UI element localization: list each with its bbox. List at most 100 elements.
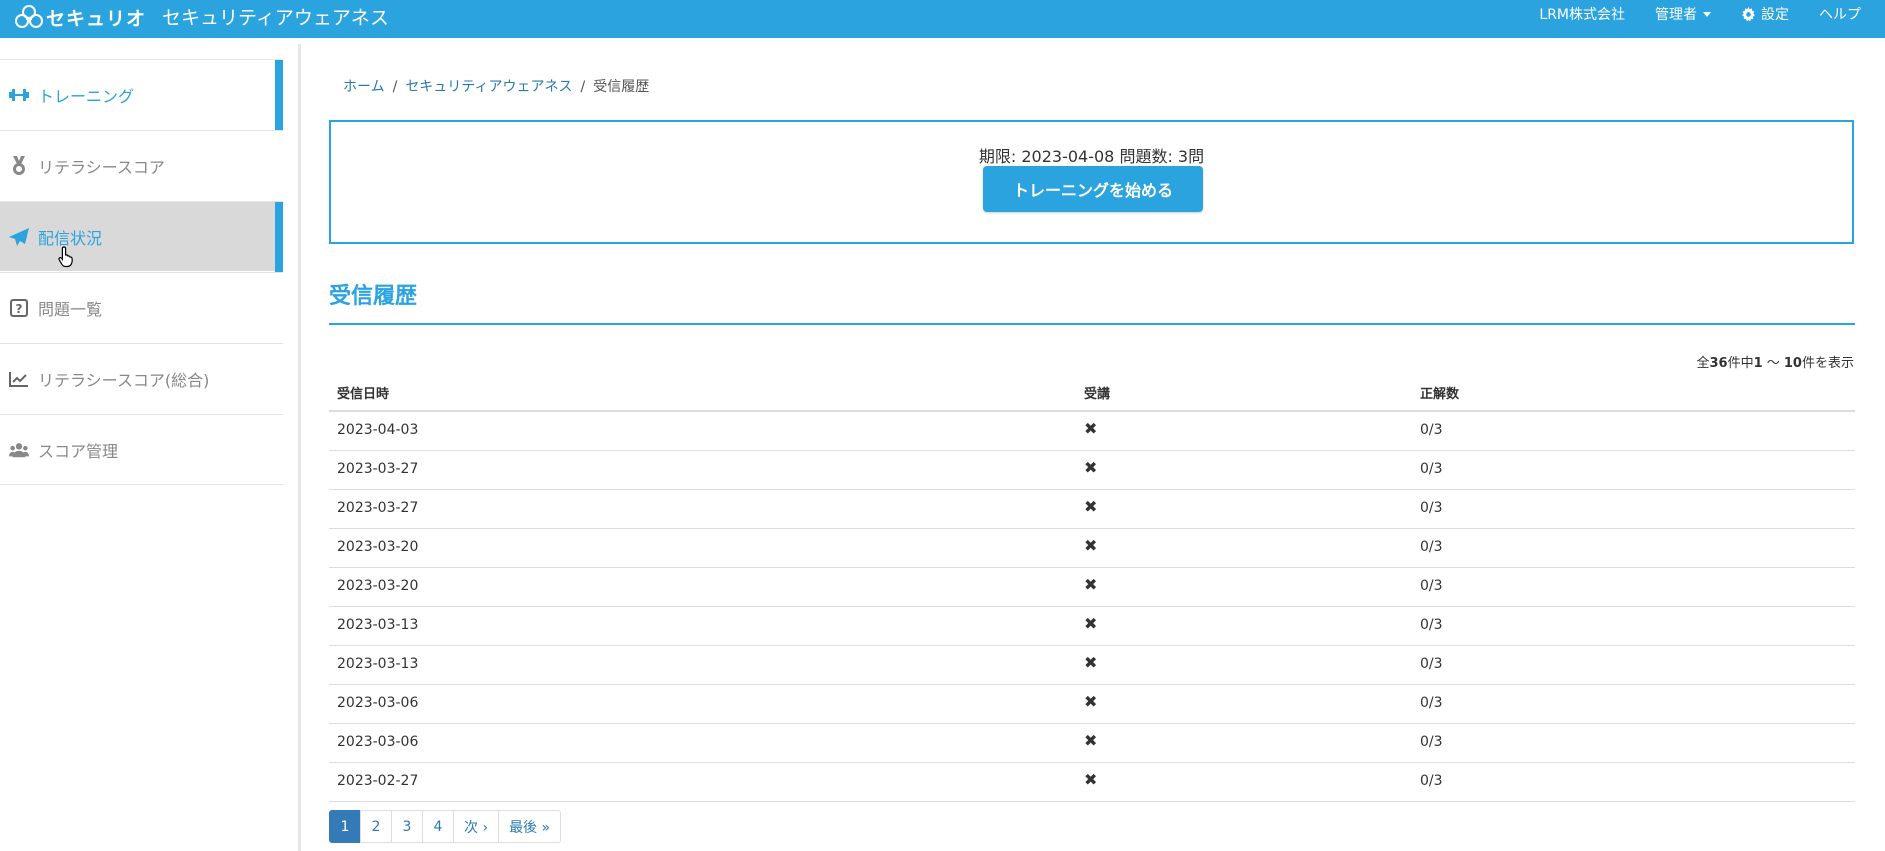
sidebar-item-question-list[interactable]: ? 問題一覧	[0, 272, 283, 342]
settings-label: 設定	[1761, 7, 1789, 23]
sidebar-item-label: 問題一覧	[38, 299, 103, 319]
help-link[interactable]: ヘルプ	[1819, 4, 1861, 24]
next-page-button[interactable]: 次 ›	[453, 810, 500, 843]
admin-label: 管理者	[1655, 7, 1697, 23]
correct-count: 0/3	[1420, 656, 1443, 672]
count-from: 1	[1753, 356, 1763, 371]
breadcrumb-section-link[interactable]: セキュリティアウェアネス	[405, 79, 572, 95]
pagination: 1 2 3 4 次 › 最後 »	[329, 810, 562, 843]
table-row: 2023-03-06 ✖ 0/3	[329, 685, 1855, 724]
correct-count: 0/3	[1420, 461, 1443, 477]
not-attended-icon: ✖	[1084, 770, 1098, 789]
line-chart-icon	[9, 369, 29, 389]
breadcrumb: ホーム / セキュリティアウェアネス / 受信履歴	[343, 76, 649, 96]
page-4-button[interactable]: 4	[422, 810, 454, 843]
last-page-button[interactable]: 最後 »	[498, 810, 562, 843]
count-mid: 件中	[1727, 356, 1754, 371]
correct-count: 0/3	[1420, 578, 1443, 594]
received-date: 2023-03-13	[337, 617, 419, 633]
admin-dropdown[interactable]: 管理者	[1655, 4, 1711, 24]
received-date: 2023-03-13	[337, 656, 419, 672]
correct-count: 0/3	[1420, 734, 1443, 750]
caret-down-icon	[1703, 11, 1711, 17]
app-title: セキュリティアウェアネス	[162, 7, 389, 29]
not-attended-icon: ✖	[1084, 419, 1098, 438]
sidebar-item-literacy-score[interactable]: リテラシースコア	[0, 130, 283, 200]
correct-count: 0/3	[1420, 695, 1443, 711]
breadcrumb-current: 受信履歴	[593, 79, 650, 95]
sidebar-item-label: トレーニング	[38, 86, 135, 106]
page-2-button[interactable]: 2	[360, 810, 392, 843]
start-training-button[interactable]: トレーニングを始める	[983, 166, 1203, 212]
not-attended-icon: ✖	[1084, 614, 1098, 633]
settings-link[interactable]: 設定	[1741, 4, 1789, 24]
company-label: LRM株式会社	[1539, 7, 1625, 23]
count-tilde: 〜	[1762, 356, 1784, 371]
not-attended-icon: ✖	[1084, 692, 1098, 711]
received-date: 2023-03-06	[337, 695, 419, 711]
gear-icon	[1742, 6, 1755, 21]
table-row: 2023-03-13 ✖ 0/3	[329, 646, 1855, 685]
not-attended-icon: ✖	[1084, 536, 1098, 555]
sidebar: トレーニング リテラシースコア 配信状況 ? 問題一覧 リテラシースコア(総合)…	[0, 38, 298, 851]
table-row: 2023-03-27 ✖ 0/3	[329, 451, 1855, 490]
correct-count: 0/3	[1420, 422, 1443, 438]
not-attended-icon: ✖	[1084, 458, 1098, 477]
sidebar-item-label: 配信状況	[38, 228, 103, 248]
brand-logo-icon	[15, 5, 43, 28]
sidebar-item-delivery-status[interactable]: 配信状況	[0, 201, 283, 272]
history-table: 受信日時 受講 正解数 2023-04-03 ✖ 0/3 2023-03-27 ✖ 0/3…	[329, 373, 1855, 802]
sidebar-item-label: スコア管理	[38, 441, 119, 461]
breadcrumb-separator: /	[392, 79, 398, 95]
received-date: 2023-04-03	[337, 422, 419, 438]
not-attended-icon: ✖	[1084, 497, 1098, 516]
brand-logo[interactable]: セキュリオ	[14, 2, 146, 32]
top-nav: LRM株式会社 管理者 設定 ヘルプ	[1509, 0, 1861, 28]
column-header-attended[interactable]: 受講	[1084, 383, 1110, 402]
active-indicator	[275, 202, 283, 272]
sidebar-item-training[interactable]: トレーニング	[0, 59, 283, 130]
received-date: 2023-03-27	[337, 500, 419, 516]
column-header-date[interactable]: 受信日時	[337, 383, 389, 402]
breadcrumb-home-link[interactable]: ホーム	[343, 79, 385, 95]
not-attended-icon: ✖	[1084, 575, 1098, 594]
received-date: 2023-03-06	[337, 734, 419, 750]
table-body: 2023-04-03 ✖ 0/3 2023-03-27 ✖ 0/3 2023-03-27 ✖ 0…	[329, 412, 1855, 802]
table-row: 2023-03-13 ✖ 0/3	[329, 607, 1855, 646]
brand-name: セキュリオ	[46, 7, 147, 30]
count-to: 10	[1783, 356, 1802, 371]
help-label: ヘルプ	[1819, 7, 1861, 23]
paper-plane-icon	[9, 227, 29, 247]
training-info-panel: 期限: 2023-04-08 問題数: 3問 トレーニングを始める	[329, 120, 1854, 244]
medal-icon	[9, 155, 29, 176]
table-row: 2023-03-27 ✖ 0/3	[329, 490, 1855, 529]
sidebar-item-label: リテラシースコア(総合)	[38, 370, 210, 390]
column-header-score[interactable]: 正解数	[1420, 383, 1459, 402]
users-icon	[9, 440, 29, 460]
hand-cursor-icon	[58, 246, 73, 268]
sidebar-item-literacy-score-total[interactable]: リテラシースコア(総合)	[0, 343, 283, 413]
correct-count: 0/3	[1420, 500, 1443, 516]
company-link[interactable]: LRM株式会社	[1539, 4, 1625, 24]
svg-text:?: ?	[16, 302, 23, 316]
received-date: 2023-02-27	[337, 773, 419, 789]
table-row: 2023-02-27 ✖ 0/3	[329, 763, 1855, 802]
page-3-button[interactable]: 3	[391, 810, 423, 843]
sidebar-item-score-management[interactable]: スコア管理	[0, 414, 283, 484]
table-row: 2023-03-20 ✖ 0/3	[329, 529, 1855, 568]
dumbbell-icon	[9, 85, 29, 105]
not-attended-icon: ✖	[1084, 731, 1098, 750]
correct-count: 0/3	[1420, 539, 1443, 555]
page-1-button[interactable]: 1	[329, 810, 361, 843]
not-attended-icon: ✖	[1084, 653, 1098, 672]
sidebar-divider-line	[0, 484, 283, 485]
top-bar: セキュリオ セキュリティアウェアネス LRM株式会社 管理者 設定 ヘルプ	[0, 0, 1885, 38]
table-row: 2023-03-20 ✖ 0/3	[329, 568, 1855, 607]
sidebar-border	[298, 44, 301, 851]
count-total: 36	[1709, 356, 1728, 371]
breadcrumb-separator: /	[580, 79, 586, 95]
table-row: 2023-04-03 ✖ 0/3	[329, 412, 1855, 451]
record-count: 全36件中1 〜 10件を表示	[1696, 352, 1854, 371]
received-date: 2023-03-20	[337, 539, 419, 555]
count-prefix: 全	[1696, 356, 1710, 371]
